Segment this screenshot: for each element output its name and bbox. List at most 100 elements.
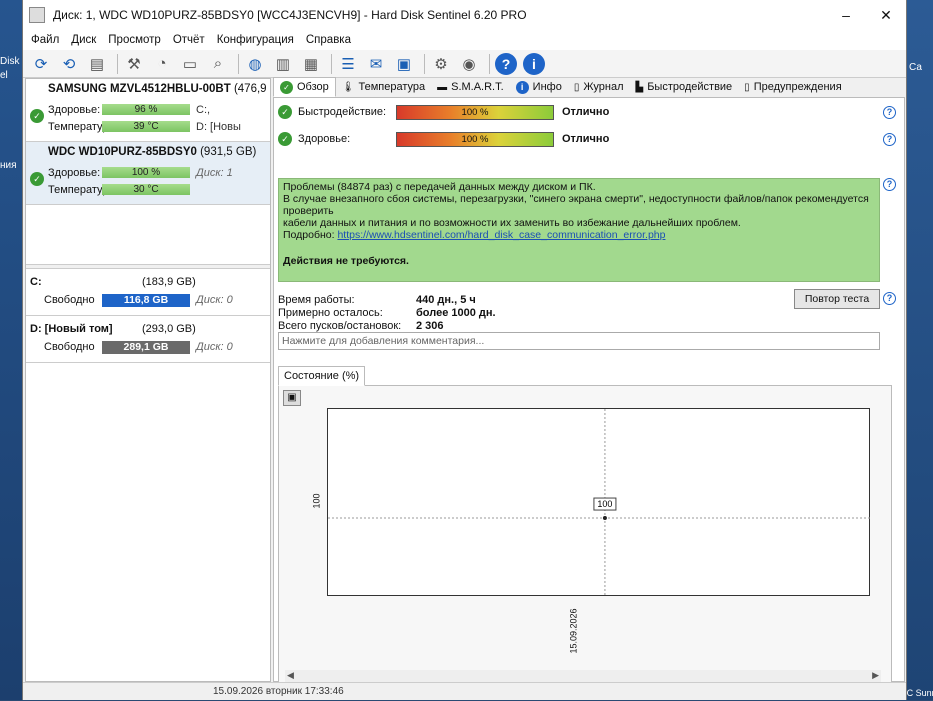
toolbar-separator: [117, 53, 118, 74]
menu-file[interactable]: Файл: [31, 34, 59, 46]
app-window: Диск: 1, WDC WD10PURZ-85BDSY0 [WCC4J3ENC…: [22, 0, 907, 700]
window-title: Диск: 1, WDC WD10PURZ-85BDSY0 [WCC4J3ENC…: [53, 8, 527, 22]
volume-item[interactable]: C: (183,9 GB) Свободно 116,8 GB Диск: 0: [26, 269, 270, 316]
close-button[interactable]: ✕: [866, 7, 906, 24]
health-label: Здоровье:: [298, 133, 351, 145]
more-label: Подробно:: [283, 229, 335, 241]
volume-size: (183,9 GB): [142, 276, 196, 288]
overview-content: ✓ Быстродействие: 100 % Отлично ? ✓ Здор…: [273, 98, 905, 685]
tab-smart[interactable]: ▬ S.M.A.R.T.: [431, 77, 510, 97]
tab-health-chart[interactable]: Состояние (%): [278, 366, 366, 386]
tab-temperature[interactable]: 🌡 Температура: [336, 77, 431, 97]
desktop-right-strip: Са 31°C Sunny: [893, 0, 933, 700]
desktop-label: el: [0, 70, 8, 81]
tab-label: Температура: [358, 81, 426, 93]
message-line: В случае внезапного сбоя системы, переза…: [283, 193, 869, 217]
refresh-warning-icon[interactable]: ⟲: [57, 53, 81, 75]
data-label: 100: [597, 499, 612, 509]
menu-view[interactable]: Просмотр: [108, 34, 161, 46]
tab-info[interactable]: i Инфо: [510, 77, 568, 97]
tab-label: Обзор: [297, 81, 329, 93]
status-ok-icon: ✓: [278, 105, 292, 119]
details-link[interactable]: https://www.hdsentinel.com/hard_disk_cas…: [337, 229, 665, 241]
details-panel: ✓ Обзор 🌡 Температура ▬ S.M.A.R.T. i Инфо ▯ Ж…: [273, 77, 905, 685]
tab-performance[interactable]: ▙ Быстродействие: [629, 77, 738, 97]
speaker-icon[interactable]: ◉: [457, 53, 481, 75]
health-extra: C:,: [196, 103, 211, 116]
comment-input[interactable]: Нажмите для добавления комментария...: [278, 332, 880, 350]
toolbar-separator: [489, 53, 490, 74]
disk-model: WDC WD10PURZ-85BDSY0: [48, 146, 197, 158]
check-icon: ✓: [280, 80, 293, 94]
free-space-bar: 116,8 GB: [102, 293, 190, 307]
disk-list-panel: SAMSUNG MZVL4512HBLU-00BT (476,9 G ✓ Здо…: [25, 78, 271, 682]
data-point: [602, 516, 607, 521]
disk-item-selected[interactable]: WDC WD10PURZ-85BDSY0 (931,5 GB) ✓ Здоров…: [26, 142, 270, 205]
performance-bar: 100 %: [396, 104, 554, 120]
scroll-right-icon[interactable]: ▶: [872, 670, 879, 681]
volume-item[interactable]: D: [Новый том] (293,0 GB) Свободно 289,1…: [26, 316, 270, 363]
save-icon[interactable]: ▣: [283, 390, 301, 406]
drive-clock-icon[interactable]: ◔: [150, 53, 174, 75]
info-icon[interactable]: i: [522, 52, 546, 75]
y-tick-label: 100: [311, 493, 322, 509]
disk-item[interactable]: SAMSUNG MZVL4512HBLU-00BT (476,9 G ✓ Здо…: [26, 79, 270, 142]
status-bar: 15.09.2026 вторник 17:33:46: [23, 682, 906, 700]
tab-overview[interactable]: ✓ Обзор: [273, 77, 336, 97]
drive-multi-icon[interactable]: ▦: [299, 53, 323, 75]
health-label: Здоровье:: [48, 103, 101, 116]
status-message: Проблемы (84874 раз) с передачей данных …: [278, 178, 880, 282]
disk-name: WDC WD10PURZ-85BDSY0 (931,5 GB): [30, 144, 266, 164]
retest-button[interactable]: Повтор теста: [794, 289, 880, 309]
chart-svg: 100: [328, 409, 871, 597]
menu-help[interactable]: Справка: [306, 34, 351, 46]
mail-icon[interactable]: ✉: [364, 53, 388, 75]
drive-tools-icon[interactable]: ⚒: [122, 53, 146, 75]
gear-icon[interactable]: ⚙: [429, 53, 453, 75]
help-icon[interactable]: ?: [883, 178, 896, 191]
drive-icon[interactable]: ▤: [85, 53, 109, 75]
drive-check-icon[interactable]: ▭: [178, 53, 202, 75]
volume-name: C:: [30, 276, 42, 288]
temperature-bar: 39 °C: [102, 121, 190, 132]
free-label: Свободно: [44, 294, 95, 306]
drive-usb-icon[interactable]: ▥: [271, 53, 295, 75]
scroll-left-icon[interactable]: ◀: [287, 670, 294, 681]
title-bar: Диск: 1, WDC WD10PURZ-85BDSY0 [WCC4J3ENC…: [23, 0, 906, 30]
info-rows: Время работы: 440 дн., 5 ч Примерно остал…: [278, 294, 496, 333]
disk-size: (931,5 GB): [200, 146, 257, 158]
health-bar: 100 %: [396, 131, 554, 147]
refresh-icon[interactable]: ⟳: [29, 53, 53, 75]
temperature-bar: 30 °C: [102, 184, 190, 195]
drive-globe-icon[interactable]: ◍: [243, 53, 267, 75]
drive-search-icon[interactable]: ⌕: [206, 53, 230, 75]
disk-size: (476,9 G: [233, 83, 266, 95]
menu-config[interactable]: Конфигурация: [217, 34, 294, 46]
document-icon: ▯: [573, 81, 580, 93]
remaining-label: Примерно осталось:: [278, 307, 383, 319]
health-bar: 100 %: [102, 167, 190, 178]
tab-label: Журнал: [583, 81, 624, 93]
x-tick-label: 15.09.2026: [568, 608, 579, 654]
help-icon[interactable]: ?: [883, 132, 896, 146]
tab-log[interactable]: ▯ Журнал: [568, 77, 630, 97]
minimize-button[interactable]: –: [826, 7, 866, 23]
tab-label: Быстродействие: [647, 81, 733, 93]
performance-label: Быстродействие:: [298, 106, 387, 118]
toolbar-separator: [238, 53, 239, 74]
network-icon[interactable]: ▣: [392, 53, 416, 75]
toolbar-separator: [331, 53, 332, 74]
report-list-icon[interactable]: ☰: [336, 53, 360, 75]
disk-model: SAMSUNG MZVL4512HBLU-00BT: [48, 83, 231, 95]
disk-list-empty: [26, 205, 270, 265]
tab-warnings[interactable]: ▯ Предупреждения: [738, 77, 847, 97]
remaining-value: более 1000 дн.: [416, 307, 496, 319]
help-icon[interactable]: ?: [494, 52, 518, 75]
volume-name: D: [Новый том]: [30, 323, 113, 335]
help-icon[interactable]: ?: [883, 292, 896, 305]
menu-report[interactable]: Отчёт: [173, 34, 205, 46]
health-extra: Диск: 1: [196, 166, 233, 179]
menu-disk[interactable]: Диск: [71, 34, 96, 46]
help-icon[interactable]: ?: [883, 105, 896, 119]
desktop-label: Disk: [0, 56, 20, 67]
